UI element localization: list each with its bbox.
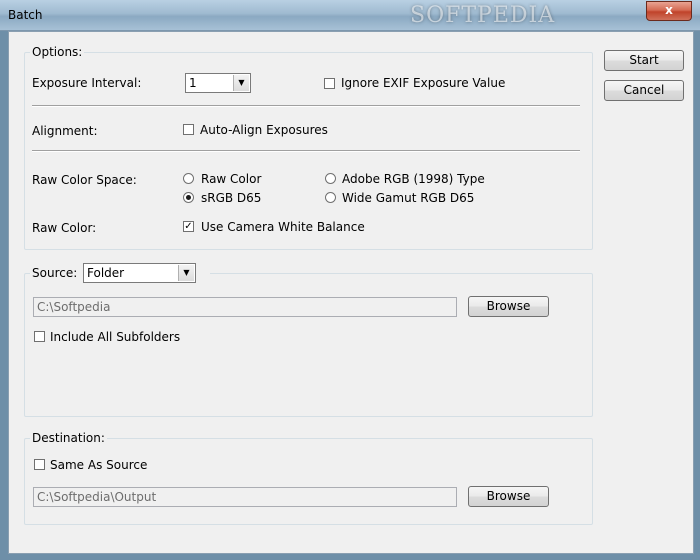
options-separator-2 xyxy=(32,150,580,152)
radio-srgb-d65[interactable] xyxy=(183,192,194,203)
same-as-source-label: Same As Source xyxy=(50,458,148,472)
raw-color-label: Raw Color: xyxy=(32,221,97,235)
source-group xyxy=(24,273,593,417)
cancel-button[interactable]: Cancel xyxy=(604,80,684,101)
exposure-interval-select[interactable]: 1 ▼ xyxy=(185,73,251,93)
radio-raw-color[interactable] xyxy=(183,173,194,184)
ignore-exif-label: Ignore EXIF Exposure Value xyxy=(341,76,506,90)
include-subfolders-label: Include All Subfolders xyxy=(50,330,181,344)
chevron-down-icon: ▼ xyxy=(233,75,249,91)
alignment-label: Alignment: xyxy=(32,124,98,138)
destination-browse-button[interactable]: Browse xyxy=(468,486,549,507)
options-separator-1 xyxy=(32,105,580,107)
camera-wb-checkbox[interactable]: ✓ xyxy=(183,221,194,232)
radio-raw-color-label: Raw Color xyxy=(201,172,262,186)
window-title: Batch xyxy=(8,8,43,22)
destination-path-field[interactable]: C:\Softpedia\Output xyxy=(33,487,457,507)
radio-wide-gamut[interactable] xyxy=(325,192,336,203)
destination-group xyxy=(24,438,593,525)
raw-color-space-label: Raw Color Space: xyxy=(32,173,137,187)
chevron-down-icon: ▼ xyxy=(178,265,194,281)
radio-adobe-rgb-label: Adobe RGB (1998) Type xyxy=(342,172,485,186)
start-button[interactable]: Start xyxy=(604,50,684,71)
ignore-exif-checkbox[interactable] xyxy=(324,78,335,89)
source-type-select[interactable]: Folder ▼ xyxy=(83,263,196,283)
close-button[interactable]: x xyxy=(646,1,692,21)
options-group-label: Options: xyxy=(30,45,85,59)
destination-group-label: Destination: xyxy=(30,431,107,445)
watermark-logo: SOFTPEDIA xyxy=(410,3,556,28)
include-subfolders-checkbox[interactable] xyxy=(34,331,45,342)
radio-srgb-d65-label: sRGB D65 xyxy=(201,191,262,205)
source-type-value: Folder xyxy=(87,266,125,280)
close-icon: x xyxy=(665,3,673,17)
dialog-body: Options: Exposure Interval: 1 ▼ Ignore E… xyxy=(8,31,694,554)
source-browse-button[interactable]: Browse xyxy=(468,296,549,317)
exposure-interval-value: 1 xyxy=(189,76,197,90)
radio-selected-dot xyxy=(186,195,191,200)
source-label: Source: xyxy=(32,266,78,280)
source-path-field[interactable]: C:\Softpedia xyxy=(33,297,457,317)
radio-adobe-rgb[interactable] xyxy=(325,173,336,184)
same-as-source-checkbox[interactable] xyxy=(34,459,45,470)
camera-wb-label: Use Camera White Balance xyxy=(201,220,365,234)
radio-wide-gamut-label: Wide Gamut RGB D65 xyxy=(342,191,475,205)
title-bar: Batch SOFTPEDIA x xyxy=(0,0,700,31)
auto-align-label: Auto-Align Exposures xyxy=(200,123,328,137)
exposure-interval-label: Exposure Interval: xyxy=(32,76,142,90)
auto-align-checkbox[interactable] xyxy=(183,124,194,135)
